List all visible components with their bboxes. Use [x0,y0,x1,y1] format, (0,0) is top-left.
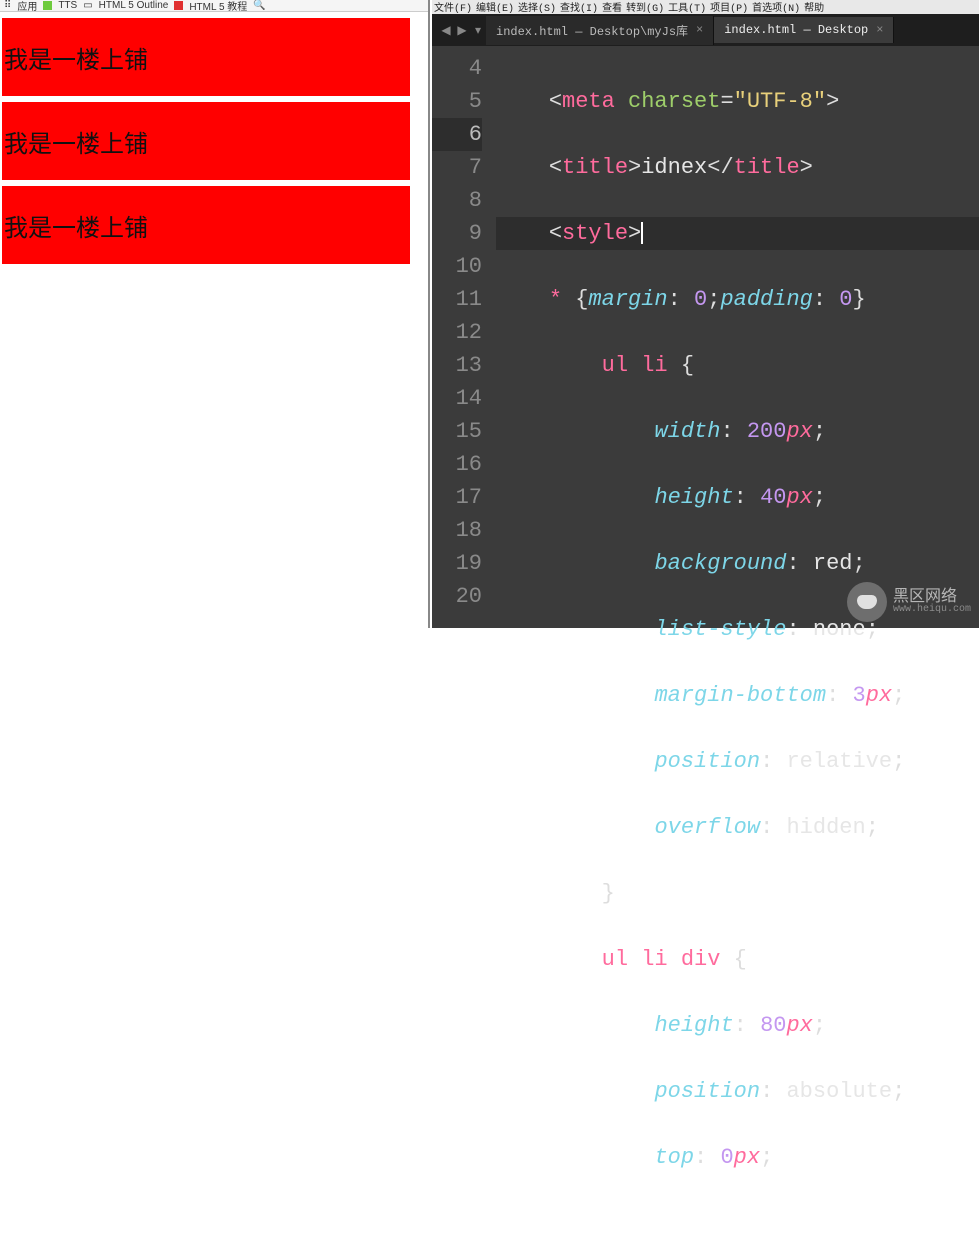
browser-bookmark-bar: ⠿ 应用 TTS ▭ HTML 5 Outline HTML 5 教程 🔍 [0,0,428,12]
editor-panel: 文件(F) 编辑(E) 选择(S) 查找(I) 查看 转到(G) 工具(T) 项… [432,0,979,628]
search-icon[interactable]: 🔍 [253,0,265,11]
tab-nav-left-icon[interactable]: ◀ [438,23,454,38]
line-number: 5 [432,85,482,118]
line-number: 13 [432,349,482,382]
html5-icon [174,1,183,10]
line-number: 9 [432,217,482,250]
close-icon[interactable]: × [876,23,883,37]
line-number: 10 [432,250,482,283]
bookmark-item1[interactable]: HTML 5 Outline [99,0,169,11]
tab-label: index.html — Desktop [724,23,868,37]
bookmark-item2[interactable]: HTML 5 教程 [189,0,247,12]
menu-find[interactable]: 查找(I) [560,0,598,14]
watermark-url: www.heiqu.com [893,605,971,615]
list-item[interactable]: 我是一楼上铺 [2,102,410,180]
browser-viewport: 我是一楼上铺 我是一楼上铺 我是一楼上铺 [0,12,428,264]
line-number: 14 [432,382,482,415]
menu-select[interactable]: 选择(S) [518,0,556,14]
tab-label: index.html — Desktop\myJs库 [496,22,688,39]
list-item-text: 我是一楼上铺 [4,40,148,75]
list-item-text: 我是一楼上铺 [4,124,148,159]
browser-panel: ⠿ 应用 TTS ▭ HTML 5 Outline HTML 5 教程 🔍 我是… [0,0,430,628]
line-number: 6 [432,118,482,151]
menu-help[interactable]: 帮助 [804,0,824,14]
menu-project[interactable]: 项目(P) [710,0,748,14]
line-number: 11 [432,283,482,316]
bookmark-apps[interactable]: 应用 [17,0,37,12]
line-number: 12 [432,316,482,349]
editor-menu-bar: 文件(F) 编辑(E) 选择(S) 查找(I) 查看 转到(G) 工具(T) 项… [432,0,979,14]
apps-icon[interactable]: ⠿ [4,0,11,11]
tab-nav-right-icon[interactable]: ▶ [454,23,470,38]
watermark-icon [847,582,887,622]
line-number: 7 [432,151,482,184]
close-icon[interactable]: × [696,23,703,37]
line-number: 17 [432,481,482,514]
text-cursor [641,222,643,244]
tab-dropdown-icon[interactable]: ▾ [470,23,486,38]
menu-edit[interactable]: 编辑(E) [476,0,514,14]
editor-tab-bar: ◀ ▶ ▾ index.html — Desktop\myJs库 × index… [432,14,979,46]
menu-tools[interactable]: 工具(T) [668,0,706,14]
code-area[interactable]: 4 5 6 7 8 9 10 11 12 13 14 15 16 17 18 1… [432,46,979,628]
bookmark-tts[interactable]: TTS [58,0,77,11]
watermark: 黑区网络 www.heiqu.com [847,582,971,622]
line-gutter: 4 5 6 7 8 9 10 11 12 13 14 15 16 17 18 1… [432,46,496,628]
line-number: 18 [432,514,482,547]
menu-goto[interactable]: 转到(G) [626,0,664,14]
list-item-text: 我是一楼上铺 [4,208,148,243]
line-number: 20 [432,580,482,613]
list-item[interactable]: 我是一楼上铺 [2,186,410,264]
menu-file[interactable]: 文件(F) [434,0,472,14]
line-number: 15 [432,415,482,448]
list-item[interactable]: 我是一楼上铺 [2,18,410,96]
tab-0[interactable]: index.html — Desktop\myJs库 × [486,16,714,45]
line-number: 16 [432,448,482,481]
line-number: 8 [432,184,482,217]
page-icon: ▭ [83,0,92,11]
line-number: 19 [432,547,482,580]
tts-icon [43,1,52,10]
line-number: 4 [432,52,482,85]
menu-view[interactable]: 查看 [602,0,622,14]
tab-1[interactable]: index.html — Desktop × [714,17,894,43]
code-text[interactable]: <meta charset="UTF-8"> <title>idnex</tit… [496,46,979,628]
menu-prefs[interactable]: 首选项(N) [752,0,800,14]
